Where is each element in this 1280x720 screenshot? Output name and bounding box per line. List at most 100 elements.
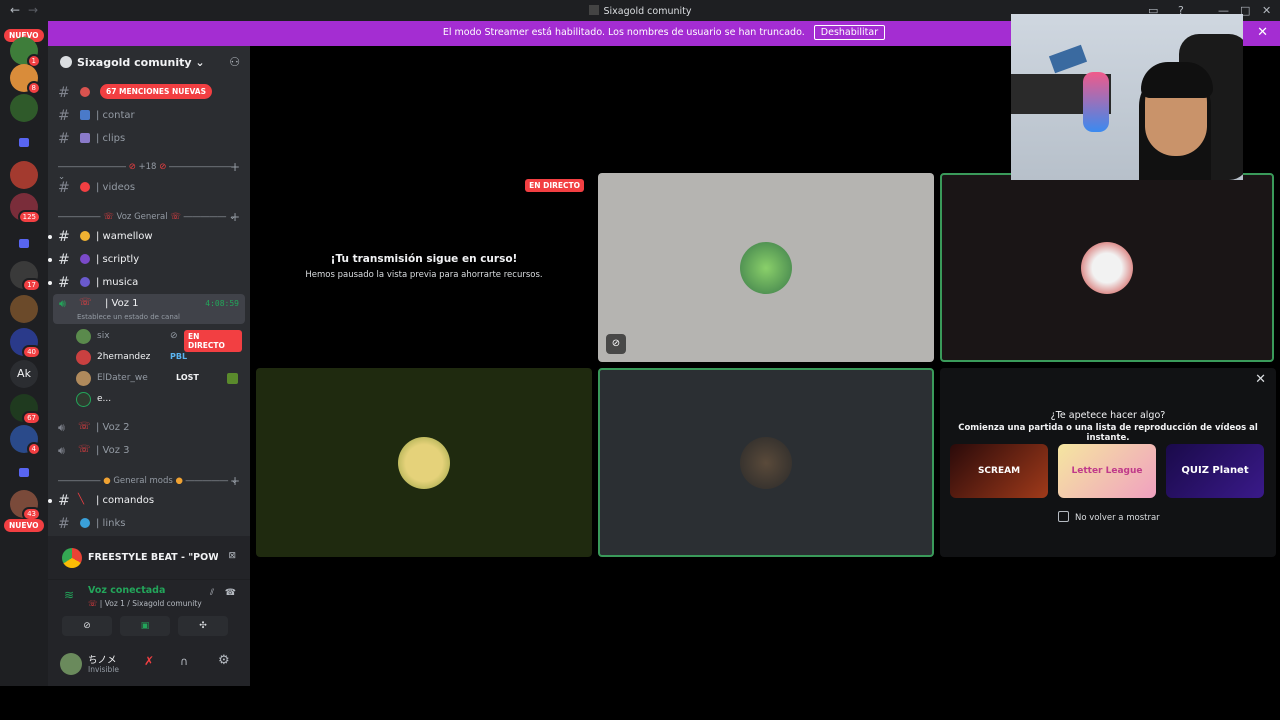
banner-text: El modo Streamer está habilitado. Los no… <box>442 27 805 38</box>
server-icon[interactable]: 8 <box>10 64 41 95</box>
hash-icon: # <box>58 180 70 196</box>
hash-icon: # <box>58 275 70 291</box>
unread-dot <box>48 499 52 503</box>
avatar <box>76 350 91 365</box>
channel-musica[interactable]: # | musica <box>48 274 244 292</box>
avatar <box>740 436 792 489</box>
screen-share-icon: ▣ <box>140 621 150 631</box>
voice-user[interactable]: e... <box>76 391 242 409</box>
server-icon[interactable]: 125 <box>10 193 41 224</box>
speaker-icon: 🔊︎ <box>59 297 66 310</box>
voice-user[interactable]: six ⊘ EN DIRECTO <box>76 328 242 352</box>
server-icon[interactable]: Ak <box>10 360 38 388</box>
chrome-icon <box>62 548 82 568</box>
disconnect-icon[interactable]: ☎ <box>225 588 236 598</box>
server-icon[interactable]: 4 <box>10 425 41 456</box>
guild-icon <box>60 56 72 68</box>
paused-subtitle: Hemos pausado la vista previa para ahorr… <box>305 270 543 280</box>
activity-card-letter-league[interactable]: Letter League <box>1058 444 1156 498</box>
avatar <box>1081 241 1133 294</box>
hash-icon: # <box>58 252 70 268</box>
add-channel-icon[interactable]: + <box>230 210 240 224</box>
headphones-icon[interactable]: ∩ <box>180 655 188 668</box>
new-pill-bottom[interactable]: NUEVO <box>4 519 44 532</box>
dont-show-checkbox[interactable]: No volver a mostrar <box>1058 511 1160 523</box>
channel-voz2[interactable]: 🔊︎ ☏ | Voz 2 <box>58 419 244 437</box>
channel-scriptly[interactable]: # | scriptly <box>48 251 244 269</box>
gear-icon[interactable]: ⚙ <box>218 653 230 668</box>
activities-button[interactable]: ✣ <box>178 616 228 636</box>
channel-voz3[interactable]: 🔊︎ ☏ | Voz 3 <box>58 442 244 460</box>
participant-tile[interactable] <box>256 368 592 557</box>
folder-icon[interactable] <box>19 239 29 248</box>
close-window-icon[interactable]: ✕ <box>1262 4 1271 17</box>
hash-icon: # <box>58 131 70 147</box>
add-member-icon[interactable]: ⚇ <box>229 55 240 69</box>
role-tag: PBL <box>170 352 188 361</box>
emoji-icon <box>80 182 90 192</box>
channel-status-prompt[interactable]: Establece un estado de canal <box>77 313 180 321</box>
stop-stream-icon[interactable]: ⊠ <box>228 551 236 561</box>
category-mods[interactable]: ――――― ● General mods ● ――――― ⌄ + <box>58 474 244 488</box>
activity-card-scream[interactable]: SCREAM <box>950 444 1048 498</box>
category-voice[interactable]: ――――― ☏ Voz General ☏ ――――― ⌄ + <box>58 210 244 224</box>
server-icon[interactable] <box>10 94 38 122</box>
person-hair <box>1141 62 1213 98</box>
server-icon[interactable] <box>10 295 38 323</box>
activities-icon: ✣ <box>199 621 207 631</box>
activity-card-quiz-planet[interactable]: QUIZ Planet <box>1166 444 1264 498</box>
participant-tile[interactable]: ⊘ <box>598 173 934 362</box>
folder-icon[interactable] <box>19 138 29 147</box>
activity-row[interactable]: FREESTYLE BEAT - "POWERFUL" | ... ⊠ <box>48 536 250 580</box>
new-mentions-pill[interactable]: 67 MENCIONES NUEVAS <box>100 84 212 99</box>
figurine <box>1083 72 1109 132</box>
voice-user[interactable]: ElDater_we LOST <box>76 370 242 388</box>
channel-links[interactable]: # | links <box>58 515 244 533</box>
server-icon[interactable] <box>10 161 38 189</box>
noise-suppression-icon[interactable]: ⫽ <box>210 588 214 598</box>
hash-icon: # <box>58 516 70 532</box>
mic-muted-icon[interactable]: ✗ <box>144 654 154 668</box>
camera-button[interactable]: ⊘ <box>62 616 112 636</box>
server-icon[interactable]: 43 <box>10 490 41 521</box>
emoji-icon <box>80 133 90 143</box>
no-entry-icon: ⊘ <box>159 162 167 172</box>
add-channel-icon[interactable]: + <box>230 160 240 174</box>
participant-tile-speaking[interactable] <box>940 173 1274 362</box>
channel-contar[interactable]: # | contar <box>58 107 244 125</box>
disable-streamer-button[interactable]: Deshabilitar <box>813 25 886 40</box>
voice-panel: FREESTYLE BEAT - "POWERFUL" | ... ⊠ ≋ Vo… <box>48 536 250 686</box>
server-icon[interactable]: 1 <box>10 37 41 68</box>
role-tag: LOST <box>176 373 199 382</box>
folder-icon[interactable] <box>19 468 29 477</box>
own-stream-tile[interactable]: EN DIRECTO ¡Tu transmisión sigue en curs… <box>256 173 592 362</box>
hash-icon: # <box>58 85 70 101</box>
live-badge: EN DIRECTO <box>525 179 584 192</box>
channel-wamellow[interactable]: # | wamellow <box>48 228 244 246</box>
participant-tile-speaking[interactable] <box>598 368 934 557</box>
add-channel-icon[interactable]: + <box>230 474 240 488</box>
guild-header[interactable]: Sixagold comunity ⌄ ⚇ <box>48 46 250 78</box>
close-icon[interactable]: ✕ <box>1255 372 1266 387</box>
phone-icon: ☏ <box>79 297 92 308</box>
server-logo-icon <box>588 5 599 15</box>
hash-icon: # <box>58 229 70 245</box>
paused-title: ¡Tu transmisión sigue en curso! <box>330 253 518 265</box>
server-icon[interactable]: 67 <box>10 394 41 425</box>
voice-user[interactable]: 2hernandez PBL <box>76 349 242 367</box>
avatar <box>398 436 450 489</box>
server-icon[interactable]: 40 <box>10 328 41 359</box>
active-voice-channel[interactable]: 🔊︎ ☏ | Voz 1 4:08:59 Establece un estado… <box>53 294 245 324</box>
banner-close-icon[interactable]: ✕ <box>1257 25 1268 40</box>
avatar[interactable] <box>60 653 82 675</box>
unread-dot <box>48 281 52 285</box>
channel-videos[interactable]: # | videos <box>58 179 244 197</box>
channel-clips[interactable]: # | clips <box>58 130 244 148</box>
voice-status[interactable]: Voz conectada <box>88 585 165 596</box>
medal-icon: ● <box>103 476 111 486</box>
channel-comandos[interactable]: # ╲ | comandos <box>48 492 244 510</box>
voice-location[interactable]: ☏ | Voz 1 / Sixagold comunity <box>88 599 202 608</box>
user-status: Invisible <box>88 665 119 674</box>
server-icon[interactable]: 17 <box>10 261 41 292</box>
screen-share-button[interactable]: ▣ <box>120 616 170 636</box>
